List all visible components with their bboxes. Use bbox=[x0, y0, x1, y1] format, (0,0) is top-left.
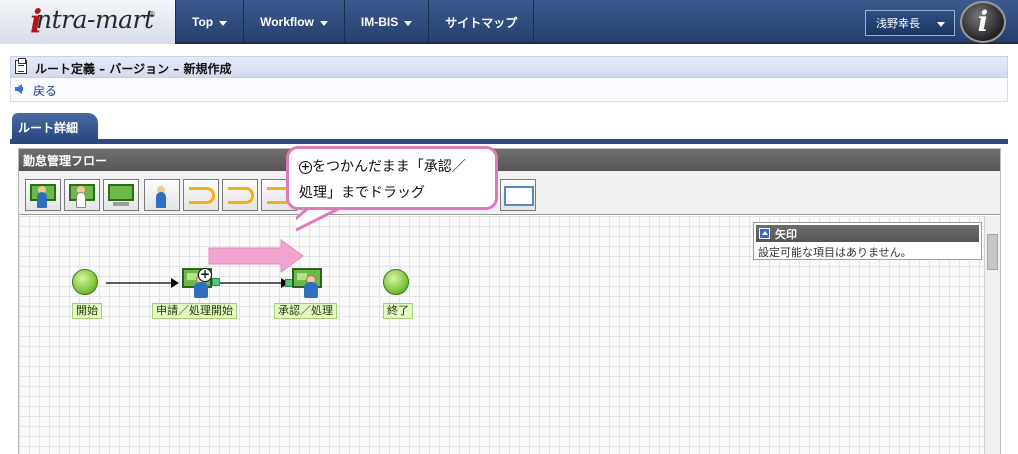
tab-route-detail[interactable]: ルート詳細 bbox=[12, 113, 98, 139]
flow-editor-header: 勤怠管理フロー bbox=[19, 149, 1000, 171]
person-icon bbox=[37, 192, 47, 208]
user-avatar-icon[interactable]: i bbox=[960, 1, 1006, 43]
end-node[interactable] bbox=[383, 269, 409, 295]
collapse-icon[interactable] bbox=[759, 228, 770, 239]
clipboard-icon bbox=[15, 58, 27, 74]
approve-node-label: 承認／処理 bbox=[274, 303, 337, 319]
vertical-scrollbar[interactable] bbox=[984, 216, 1000, 454]
global-nav: Top Workflow IM-BIS サイトマップ bbox=[176, 0, 535, 44]
logo-text: ntra-mart bbox=[36, 5, 154, 34]
list-icon bbox=[504, 186, 534, 206]
flow-editor-panel: 勤怠管理フロー 開始 + 申請／処理開始 承認／処理 終了 矢印 設定可能な項目… bbox=[18, 148, 1001, 454]
property-panel: 矢印 設定可能な項目はありません。 bbox=[753, 222, 982, 260]
nav-im-bis-label: IM-BIS bbox=[360, 15, 399, 29]
start-node[interactable] bbox=[72, 269, 98, 295]
palette-branch-node[interactable] bbox=[183, 179, 219, 211]
person-icon bbox=[194, 282, 208, 298]
palette-system-node[interactable] bbox=[103, 179, 139, 211]
nav-sitemap[interactable]: サイトマップ bbox=[429, 0, 535, 44]
monitor-stand-icon bbox=[113, 202, 129, 206]
apply-node-label: 申請／処理開始 bbox=[152, 303, 237, 319]
flow-title: 勤怠管理フロー bbox=[23, 154, 108, 168]
logo-registered-mark: ® bbox=[148, 10, 156, 19]
callout-tail bbox=[296, 205, 347, 232]
plus-circle-icon: + bbox=[299, 160, 312, 174]
property-panel-title: 矢印 bbox=[775, 228, 797, 241]
nav-top-label: Top bbox=[192, 15, 214, 29]
callout-line-2: 処理」までドラッグ bbox=[299, 185, 425, 201]
branch-icon bbox=[189, 187, 215, 204]
callout-text: + をつかんだまま「承認／ 処理」までドラッグ bbox=[299, 154, 466, 206]
chevron-down-icon bbox=[219, 20, 228, 26]
intra-mart-logo[interactable]: i ntra-mart ® bbox=[0, 0, 176, 44]
chevron-down-icon bbox=[937, 22, 945, 27]
palette-list-node[interactable] bbox=[500, 179, 536, 211]
instruction-callout: + をつかんだまま「承認／ 処理」までドラッグ bbox=[286, 146, 498, 210]
tab-underline bbox=[10, 139, 1008, 144]
palette-user-node[interactable] bbox=[144, 179, 180, 211]
drag-hint-arrow bbox=[208, 239, 304, 273]
callout-line-1: をつかんだまま「承認／ bbox=[312, 159, 466, 175]
nav-top[interactable]: Top bbox=[176, 0, 245, 44]
nav-im-bis[interactable]: IM-BIS bbox=[345, 0, 430, 44]
back-bar: 戻る bbox=[10, 78, 1008, 102]
plus-circle-icon[interactable]: + bbox=[198, 268, 212, 282]
connector-handle[interactable] bbox=[212, 278, 220, 286]
start-node-label: 開始 bbox=[72, 303, 102, 319]
property-panel-message: 設定可能な項目はありません。 bbox=[758, 246, 912, 259]
merge-icon bbox=[228, 187, 254, 204]
chevron-down-icon bbox=[319, 20, 328, 26]
user-name: 浅野幸長 bbox=[876, 17, 920, 30]
property-panel-header[interactable]: 矢印 bbox=[756, 225, 979, 242]
app-header: i ntra-mart ® Top Workflow IM-BIS サイトマップ… bbox=[0, 0, 1018, 44]
palette-apply-node[interactable] bbox=[25, 179, 61, 211]
approve-node[interactable] bbox=[292, 268, 324, 298]
person-icon bbox=[156, 192, 166, 208]
nav-workflow[interactable]: Workflow bbox=[244, 0, 345, 44]
chevron-down-icon bbox=[404, 20, 413, 26]
back-arrow-icon[interactable] bbox=[15, 84, 23, 94]
tab-route-detail-label: ルート詳細 bbox=[18, 121, 79, 135]
person-icon bbox=[76, 192, 86, 208]
person-icon bbox=[304, 282, 318, 298]
back-link[interactable]: 戻る bbox=[33, 82, 57, 99]
user-menu-button[interactable]: 浅野幸長 bbox=[865, 10, 955, 36]
end-node-label: 終了 bbox=[383, 303, 413, 319]
node-palette bbox=[19, 171, 1000, 215]
scrollbar-thumb[interactable] bbox=[987, 234, 998, 270]
monitor-icon bbox=[108, 184, 134, 201]
palette-approve-node[interactable] bbox=[64, 179, 100, 211]
arrowhead-icon bbox=[171, 278, 179, 288]
nav-workflow-label: Workflow bbox=[260, 15, 314, 29]
palette-merge-node[interactable] bbox=[222, 179, 258, 211]
nav-sitemap-label: サイトマップ bbox=[445, 15, 518, 30]
callout-tail-shape bbox=[296, 205, 347, 232]
page-title-bar: ルート定義 – バージョン – 新規作成 bbox=[10, 56, 1008, 78]
page-title: ルート定義 – バージョン – 新規作成 bbox=[35, 62, 232, 76]
